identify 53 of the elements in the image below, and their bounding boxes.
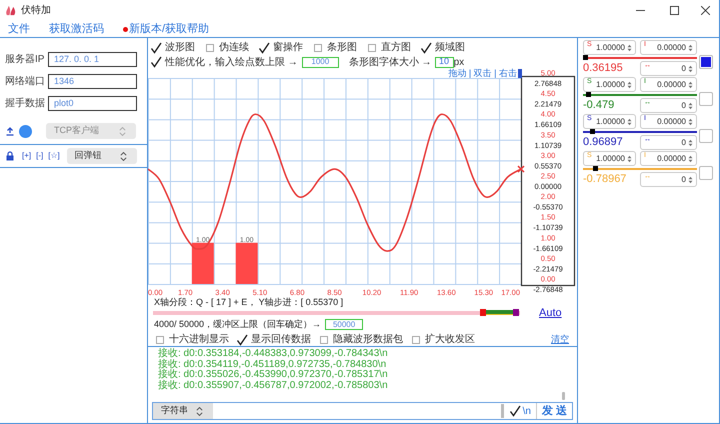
- spinbox-value: 1.00000: [595, 116, 626, 128]
- menu-item[interactable]: 新版本/获取帮助: [123, 24, 210, 34]
- option-label: 波形图: [165, 40, 195, 55]
- spinbox-value: 1.00000: [595, 152, 626, 164]
- log-line: 接收: d0:0.354119,-0.451189,0.972735,-0.784830\n: [158, 360, 388, 370]
- spinbox-value: 1.00000: [595, 42, 626, 54]
- option-label: 条形图: [327, 41, 357, 55]
- text-field[interactable]: plot0: [48, 96, 137, 111]
- clear-link[interactable]: 清空: [551, 332, 569, 346]
- option-label: 性能优化，输入绘点数上限 →: [165, 56, 298, 70]
- option-label: 条形图字体大小 →: [348, 56, 432, 70]
- bracket-button[interactable]: [☆]: [48, 152, 60, 160]
- option-label: 隐藏波形数据包: [333, 332, 403, 347]
- option-label: 窗操作: [273, 40, 303, 55]
- channel-reading: 0.36195: [583, 61, 624, 76]
- field-label: 握手数据: [5, 96, 46, 111]
- chart-hint: 拖动 | 双击 | 右击: [448, 69, 517, 78]
- spinbox-value: 0.00000: [656, 116, 687, 128]
- field-label: 服务器IP: [5, 53, 46, 67]
- log-line: 接收: d0:0.353184,-0.448383,0.973099,-0.784343\n: [158, 349, 389, 359]
- spinbox-value: 0: [680, 62, 687, 74]
- unit-label: px: [454, 56, 464, 68]
- font-size-field[interactable]: 10: [434, 56, 454, 68]
- log-line: 接收: d0:0.355907,-0.456787,0.972002,-0.785803\n: [158, 380, 389, 391]
- points-field[interactable]: 1000: [302, 56, 339, 68]
- option-label: 频域图: [435, 40, 465, 55]
- log-line: 接收: d0:0.355026,-0.453990,0.972370,-0.785317\n: [158, 370, 389, 380]
- axis-info: X轴分段：Q - [ 17 ] + E， Y轴步进：[ 0.55370 ]: [153, 297, 344, 308]
- spinbox-value: 0.00000: [656, 42, 687, 54]
- buffer-label: 4000/ 50000，缓冲区上限（回车确定）→: [154, 318, 322, 331]
- option-label: 十六进制显示: [169, 332, 229, 347]
- spinbox-value: 0.00000: [656, 78, 687, 90]
- menu-item[interactable]: 获取激活码: [49, 24, 104, 34]
- option-label: 显示回传数据: [251, 333, 311, 347]
- window-title: 伏特加: [21, 4, 51, 18]
- spinbox-value: 0: [680, 174, 687, 186]
- option-label: 直方图: [381, 40, 411, 55]
- channel-reading: 0.96897: [583, 135, 624, 150]
- channel-reading: -0.78967: [583, 172, 628, 187]
- spinbox-value: 0: [680, 100, 687, 112]
- option-label: 扩大收发区: [425, 332, 475, 347]
- bracket-button[interactable]: [-]: [36, 152, 44, 160]
- spinbox-value: 1.00000: [595, 78, 626, 90]
- channel-reading: -0.479: [583, 98, 616, 113]
- buffer-field[interactable]: 50000: [325, 319, 364, 330]
- spinbox-value: 0.00000: [656, 152, 687, 164]
- bracket-button[interactable]: [+]: [22, 152, 32, 160]
- auto-link[interactable]: Auto: [539, 308, 562, 318]
- option-label: 伪连续: [219, 40, 249, 55]
- field-label: 网络端口: [5, 74, 46, 89]
- rebound-dropdown[interactable]: 回弹钮: [66, 148, 137, 164]
- spinbox-value: 0: [680, 136, 687, 148]
- menu-item[interactable]: 文件: [8, 24, 30, 34]
